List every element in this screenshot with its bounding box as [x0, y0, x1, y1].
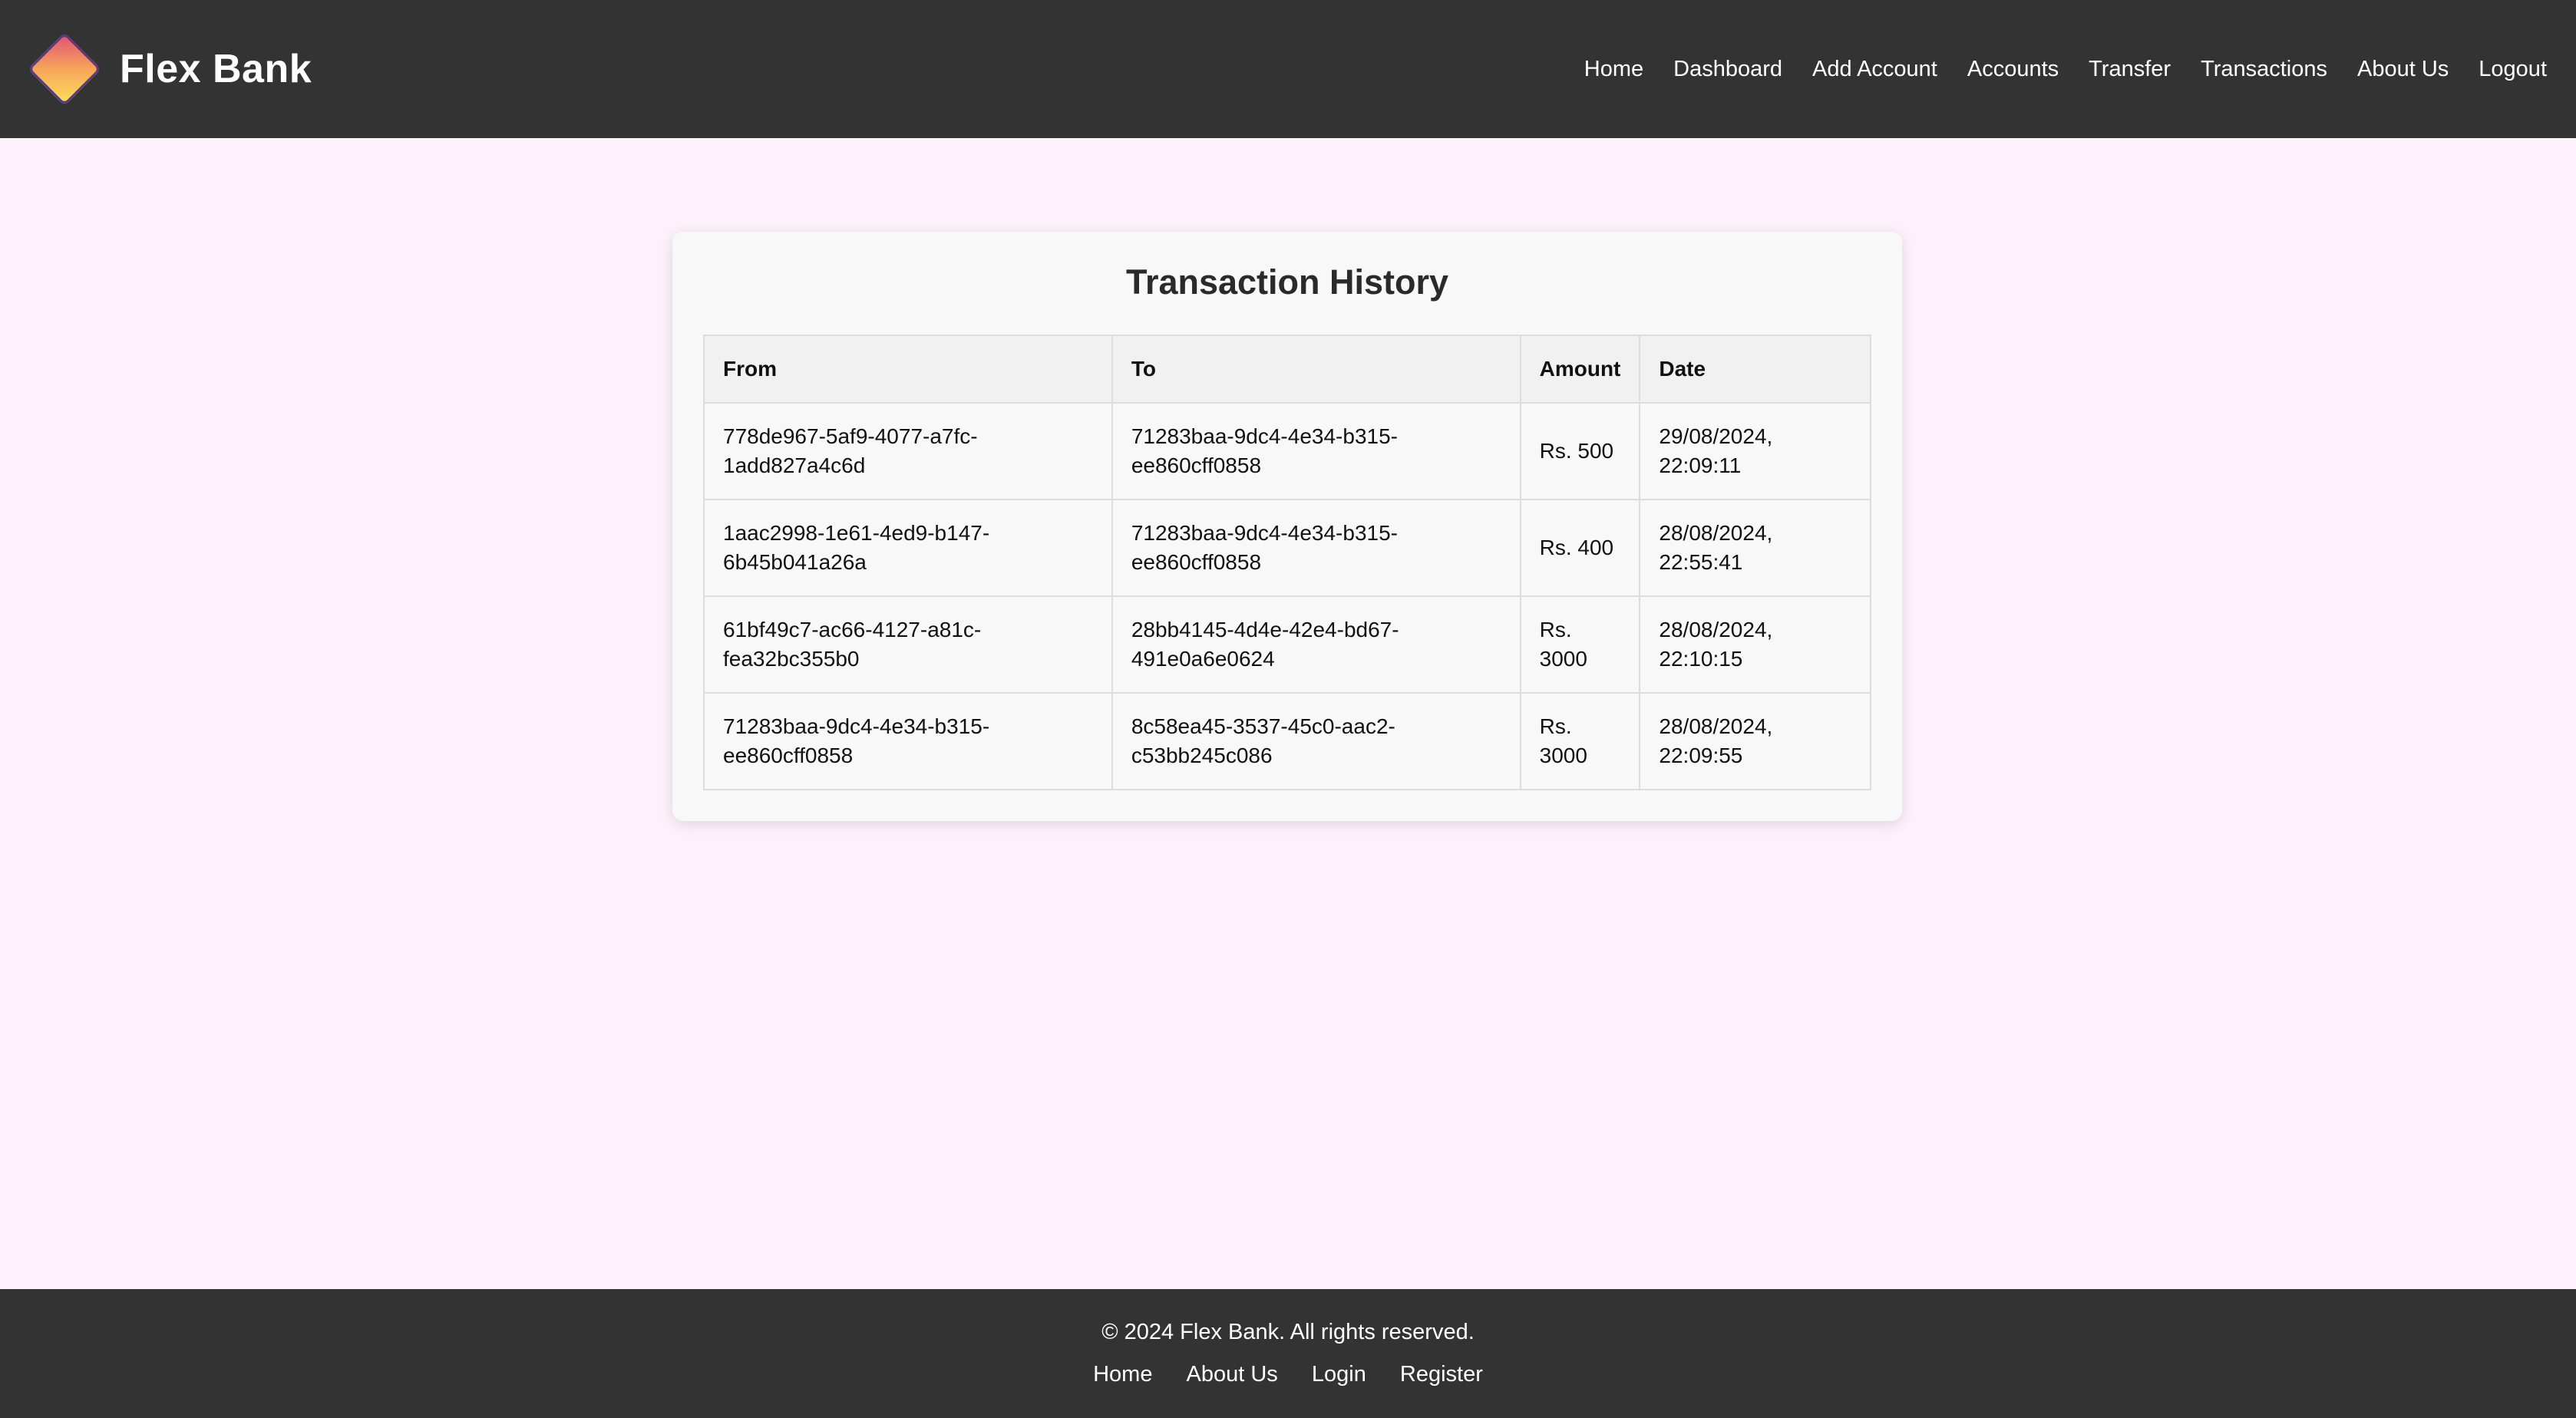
column-header-amount: Amount	[1519, 335, 1641, 404]
cell-to: 8c58ea45-3537-45c0-aac2- c53bb245c086	[1111, 692, 1521, 790]
table-row: 778de967-5af9-4077-a7fc- 1add827a4c6d 712…	[703, 402, 1871, 500]
cell-amount: Rs. 500	[1519, 402, 1641, 500]
cell-date: 29/08/2024, 22:09:11	[1639, 402, 1871, 500]
account-id-part: 778de967-5af9-4077-a7fc-	[723, 424, 978, 448]
account-id-part: 1aac2998-1e61-4ed9-b147-	[723, 521, 990, 545]
nav-transactions[interactable]: Transactions	[2201, 57, 2327, 82]
table-row: 1aac2998-1e61-4ed9-b147- 6b45b041a26a 712…	[703, 499, 1871, 597]
footer-link-register[interactable]: Register	[1400, 1362, 1483, 1387]
cell-date: 28/08/2024, 22:55:41	[1639, 499, 1871, 597]
footer-link-home[interactable]: Home	[1093, 1362, 1152, 1387]
page-title: Transaction History	[1125, 262, 1449, 302]
date-part: 28/08/2024,	[1659, 714, 1773, 738]
cell-to: 28bb4145-4d4e-42e4-bd67- 491e0a6e0624	[1111, 595, 1521, 694]
nav-dashboard[interactable]: Dashboard	[1673, 57, 1782, 82]
nav-home[interactable]: Home	[1584, 57, 1643, 82]
account-id-part: 71283baa-9dc4-4e34-b315-	[1131, 424, 1398, 448]
nav-logout[interactable]: Logout	[2479, 57, 2547, 82]
nav-about-us[interactable]: About Us	[2357, 57, 2449, 82]
time-part: 22:09:55	[1659, 744, 1743, 767]
account-id-part: ee860cff0858	[723, 744, 854, 767]
time-part: 22:55:41	[1659, 550, 1743, 574]
column-header-from: From	[703, 335, 1113, 404]
cell-amount: Rs. 400	[1519, 499, 1641, 597]
footer-nav: Home About Us Login Register	[0, 1362, 2576, 1387]
date-part: 29/08/2024,	[1659, 424, 1773, 448]
brand-name: Flex Bank	[120, 47, 312, 91]
cell-from: 61bf49c7-ac66-4127-a81c-fea32bc355b0	[703, 595, 1113, 694]
main-nav: Home Dashboard Add Account Accounts Tran…	[1554, 57, 2547, 82]
nav-transfer[interactable]: Transfer	[2089, 57, 2171, 82]
time-part: 22:09:11	[1659, 453, 1742, 477]
cell-to: 71283baa-9dc4-4e34-b315- ee860cff0858	[1111, 402, 1521, 500]
cell-amount: Rs. 3000	[1519, 595, 1641, 694]
nav-add-account[interactable]: Add Account	[1812, 57, 1937, 82]
cell-from: 1aac2998-1e61-4ed9-b147- 6b45b041a26a	[703, 499, 1113, 597]
table-row: 71283baa-9dc4-4e34-b315- ee860cff0858 8c5…	[703, 692, 1871, 790]
cell-date: 28/08/2024, 22:10:15	[1639, 595, 1871, 694]
cell-to: 71283baa-9dc4-4e34-b315- ee860cff0858	[1111, 499, 1521, 597]
cell-amount: Rs. 3000	[1519, 692, 1641, 790]
account-id-part: fea32bc355b0	[723, 647, 860, 671]
column-header-date: Date	[1639, 335, 1871, 404]
transactions-table: From To Amount Date 778de967-5af9-4077-a…	[703, 335, 1871, 790]
table-row: 61bf49c7-ac66-4127-a81c-fea32bc355b0 28b…	[703, 595, 1871, 694]
date-part: 28/08/2024,	[1659, 521, 1773, 545]
footer-link-login[interactable]: Login	[1312, 1362, 1366, 1387]
account-id-part: 28bb4145-4d4e-42e4-bd67-	[1131, 618, 1399, 641]
account-id-part: 491e0a6e0624	[1131, 647, 1275, 671]
time-part: 22:10:15	[1659, 647, 1743, 671]
copyright-text: © 2024 Flex Bank. All rights reserved.	[1101, 1320, 1475, 1344]
account-id-part: 1add827a4c6d	[723, 453, 866, 477]
account-id-part: 61bf49c7-ac66-4127-a81c-	[723, 618, 982, 641]
nav-accounts[interactable]: Accounts	[1967, 57, 2059, 82]
cell-date: 28/08/2024, 22:09:55	[1639, 692, 1871, 790]
account-id-part: 8c58ea45-3537-45c0-aac2-	[1131, 714, 1395, 738]
account-id-part: 71283baa-9dc4-4e34-b315-	[1131, 521, 1398, 545]
cell-from: 778de967-5af9-4077-a7fc- 1add827a4c6d	[703, 402, 1113, 500]
footer-link-about-us[interactable]: About Us	[1187, 1362, 1278, 1387]
cell-from: 71283baa-9dc4-4e34-b315- ee860cff0858	[703, 692, 1113, 790]
account-id-part: ee860cff0858	[1131, 550, 1262, 574]
date-part: 28/08/2024,	[1659, 618, 1773, 641]
brand[interactable]: Flex Bank	[27, 31, 312, 107]
transaction-history-card: Transaction History From To Amount Date …	[672, 232, 1902, 821]
account-id-part: c53bb245c086	[1131, 744, 1273, 767]
account-id-part: 71283baa-9dc4-4e34-b315-	[723, 714, 990, 738]
logo-icon	[27, 31, 102, 107]
top-navbar: Flex Bank Home Dashboard Add Account Acc…	[0, 0, 2576, 138]
table-header-row: From To Amount Date	[703, 335, 1871, 404]
page-footer: © 2024 Flex Bank. All rights reserved. H…	[0, 1289, 2576, 1418]
account-id-part: ee860cff0858	[1131, 453, 1262, 477]
account-id-part: 6b45b041a26a	[723, 550, 867, 574]
column-header-to: To	[1111, 335, 1521, 404]
